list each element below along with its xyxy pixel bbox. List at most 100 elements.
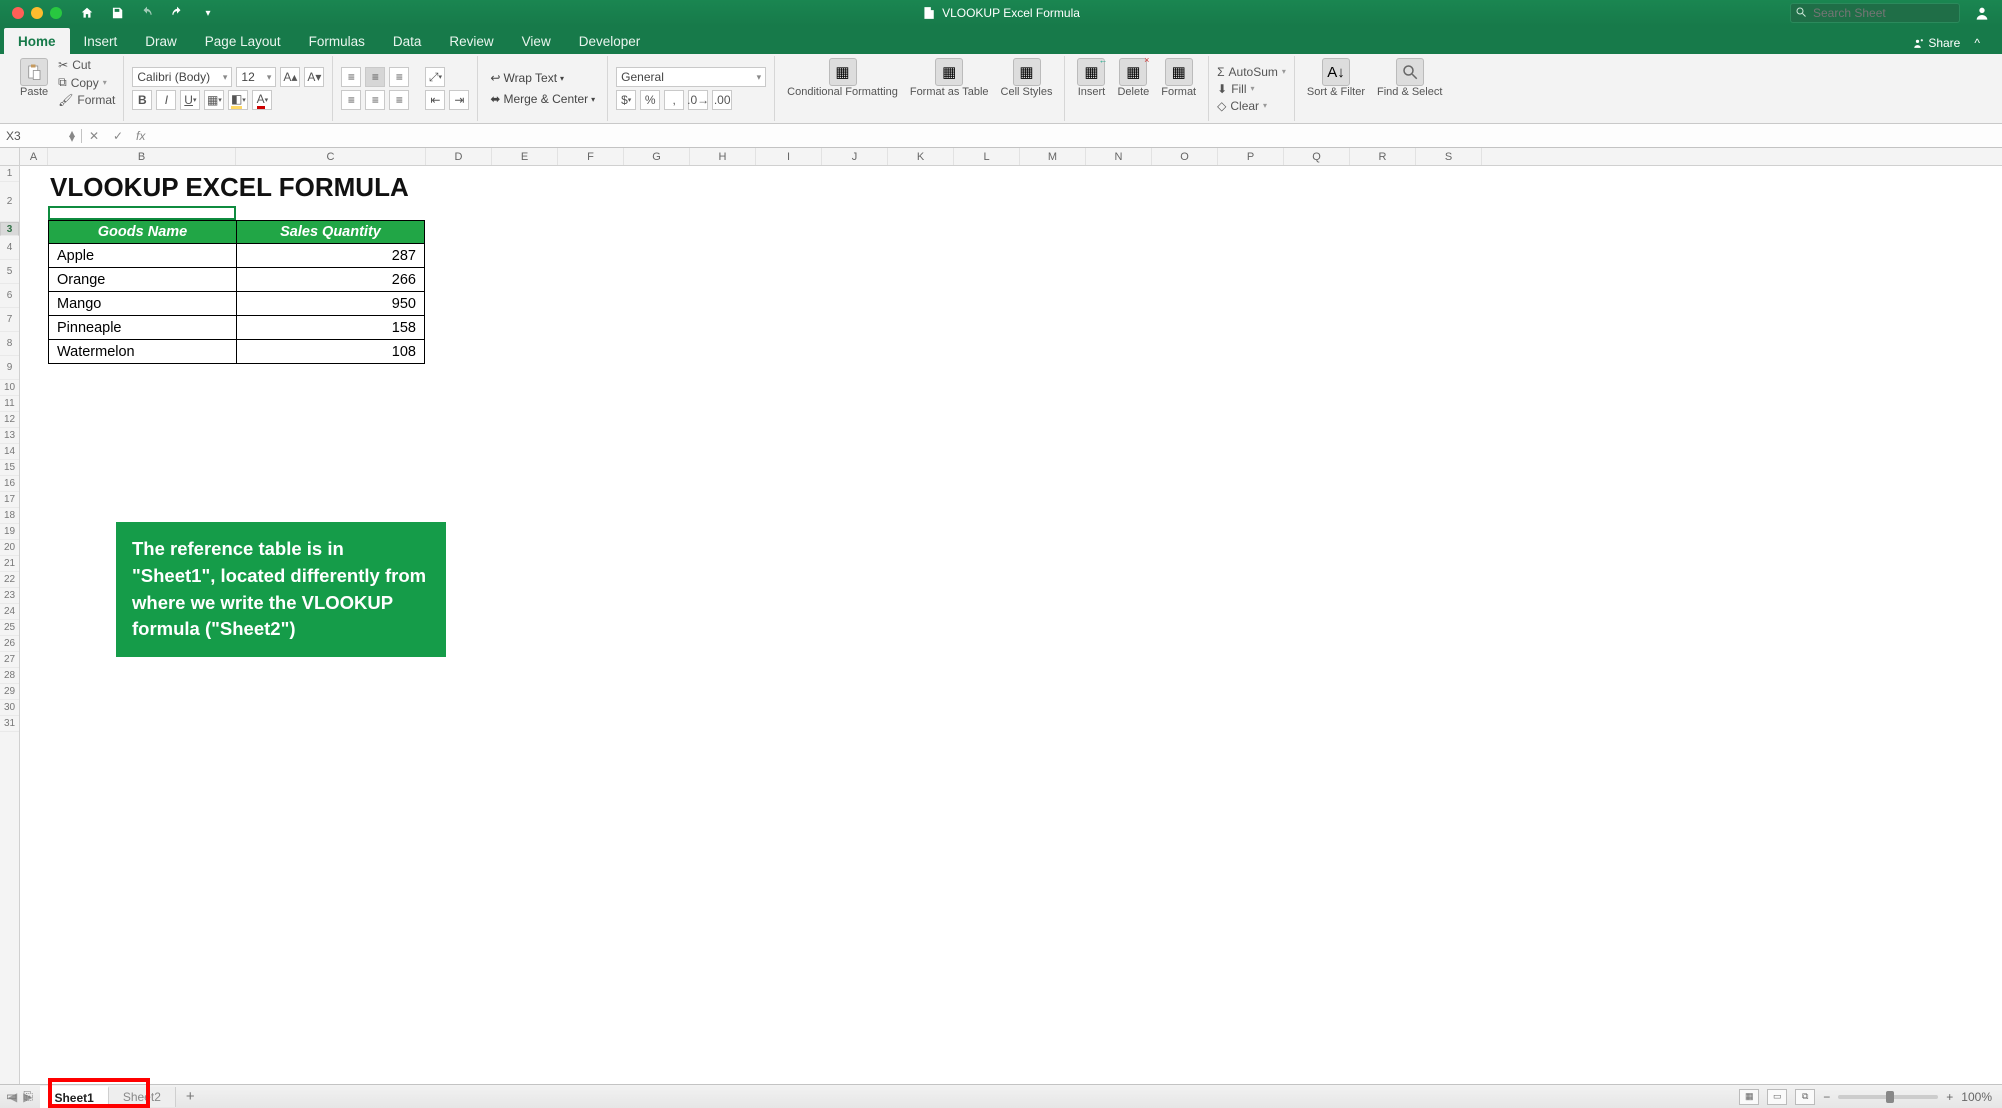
col-header[interactable]: M: [1020, 148, 1086, 165]
increase-indent-icon[interactable]: ⇥: [449, 90, 469, 110]
col-header[interactable]: R: [1350, 148, 1416, 165]
font-size-select[interactable]: 12▾: [236, 67, 276, 87]
row-header[interactable]: 5: [0, 260, 19, 284]
row-header[interactable]: 16: [0, 476, 19, 492]
italic-button[interactable]: I: [156, 90, 176, 110]
row-header[interactable]: 28: [0, 668, 19, 684]
comma-icon[interactable]: ,: [664, 90, 684, 110]
search-sheet[interactable]: [1790, 3, 1960, 23]
row-header[interactable]: 7: [0, 308, 19, 332]
row-header[interactable]: 1: [0, 166, 19, 182]
undo-icon[interactable]: [140, 6, 156, 20]
row-header[interactable]: 26: [0, 636, 19, 652]
font-color-button[interactable]: A▾: [252, 90, 272, 110]
row-header[interactable]: 10: [0, 380, 19, 396]
row-header[interactable]: 3: [0, 222, 19, 236]
zoom-out-icon[interactable]: −: [1823, 1090, 1830, 1104]
col-header[interactable]: L: [954, 148, 1020, 165]
align-center-icon[interactable]: ≡: [365, 90, 385, 110]
row-header[interactable]: 19: [0, 524, 19, 540]
fill-button[interactable]: ⬇Fill▾: [1217, 82, 1286, 96]
col-header[interactable]: O: [1152, 148, 1218, 165]
name-box[interactable]: X3 ▴▾: [0, 129, 82, 143]
col-header[interactable]: E: [492, 148, 558, 165]
maximize-window-icon[interactable]: [50, 7, 62, 19]
redo-icon[interactable]: [170, 6, 186, 20]
row-header[interactable]: 2: [0, 182, 19, 222]
format-cells-button[interactable]: ▦Format: [1157, 58, 1200, 119]
worksheet[interactable]: A B C D E F G H I J K L M N O P Q R S 1 …: [0, 148, 2002, 1084]
align-top-icon[interactable]: ≡: [341, 67, 361, 87]
row-header[interactable]: 25: [0, 620, 19, 636]
col-header[interactable]: I: [756, 148, 822, 165]
bold-button[interactable]: B: [132, 90, 152, 110]
sort-filter-button[interactable]: A↓Sort & Filter: [1303, 58, 1369, 119]
select-all-corner[interactable]: [0, 148, 20, 165]
decrease-indent-icon[interactable]: ⇤: [425, 90, 445, 110]
share-button[interactable]: Share ^: [1911, 36, 1998, 54]
row-header[interactable]: 18: [0, 508, 19, 524]
formula-input[interactable]: [151, 127, 2002, 145]
accessibility-icon[interactable]: ⎘: [23, 1089, 33, 1104]
sheet-tab-sheet1[interactable]: Sheet1: [40, 1086, 108, 1108]
fill-color-button[interactable]: ◧▾: [228, 90, 248, 110]
tab-view[interactable]: View: [508, 28, 565, 54]
cancel-formula-icon[interactable]: ✕: [82, 129, 106, 143]
confirm-formula-icon[interactable]: ✓: [106, 129, 130, 143]
row-header[interactable]: 12: [0, 412, 19, 428]
row-header[interactable]: 13: [0, 428, 19, 444]
row-header[interactable]: 8: [0, 332, 19, 356]
zoom-in-icon[interactable]: +: [1946, 1090, 1953, 1104]
col-header[interactable]: C: [236, 148, 426, 165]
record-macro-icon[interactable]: ▭: [6, 1089, 17, 1103]
column-headers[interactable]: A B C D E F G H I J K L M N O P Q R S: [0, 148, 2002, 166]
find-select-button[interactable]: Find & Select: [1373, 58, 1446, 119]
row-header[interactable]: 6: [0, 284, 19, 308]
col-header[interactable]: S: [1416, 148, 1482, 165]
page-layout-view-icon[interactable]: ▭: [1767, 1089, 1787, 1105]
save-icon[interactable]: [110, 6, 126, 20]
collapse-ribbon-icon[interactable]: ^: [1974, 36, 1980, 50]
row-header[interactable]: 9: [0, 356, 19, 380]
row-header[interactable]: 23: [0, 588, 19, 604]
close-window-icon[interactable]: [12, 7, 24, 19]
wrap-text-button[interactable]: ↩Wrap Text▾: [486, 69, 568, 87]
currency-icon[interactable]: $▾: [616, 90, 636, 110]
col-header[interactable]: F: [558, 148, 624, 165]
orientation-icon[interactable]: ⤢▾: [425, 67, 445, 87]
window-controls[interactable]: [0, 7, 74, 19]
zoom-level[interactable]: 100%: [1961, 1090, 1992, 1104]
increase-decimal-icon[interactable]: .0→: [688, 90, 708, 110]
format-as-table-button[interactable]: ▦Format as Table: [906, 58, 993, 119]
search-input[interactable]: [1790, 3, 1960, 23]
tab-data[interactable]: Data: [379, 28, 436, 54]
col-header[interactable]: G: [624, 148, 690, 165]
decrease-decimal-icon[interactable]: .00: [712, 90, 732, 110]
row-headers[interactable]: 1 2 3 4 5 6 7 8 9 10 11 12 13 14 15 16 1…: [0, 166, 20, 1084]
normal-view-icon[interactable]: ▦: [1739, 1089, 1759, 1105]
number-format-select[interactable]: General▾: [616, 67, 766, 87]
col-header[interactable]: K: [888, 148, 954, 165]
row-header[interactable]: 31: [0, 716, 19, 732]
tab-developer[interactable]: Developer: [565, 28, 655, 54]
decrease-font-icon[interactable]: A▾: [304, 67, 324, 87]
row-header[interactable]: 29: [0, 684, 19, 700]
col-header[interactable]: J: [822, 148, 888, 165]
row-header[interactable]: 22: [0, 572, 19, 588]
row-header[interactable]: 14: [0, 444, 19, 460]
percent-icon[interactable]: %: [640, 90, 660, 110]
row-header[interactable]: 11: [0, 396, 19, 412]
tab-formulas[interactable]: Formulas: [295, 28, 379, 54]
col-header[interactable]: N: [1086, 148, 1152, 165]
tab-draw[interactable]: Draw: [131, 28, 191, 54]
tab-insert[interactable]: Insert: [70, 28, 132, 54]
increase-font-icon[interactable]: A▴: [280, 67, 300, 87]
row-header[interactable]: 17: [0, 492, 19, 508]
paste-button[interactable]: Paste: [16, 58, 52, 119]
align-left-icon[interactable]: ≡: [341, 90, 361, 110]
border-button[interactable]: ▦▾: [204, 90, 224, 110]
cell-styles-button[interactable]: ▦Cell Styles: [997, 58, 1057, 119]
col-header[interactable]: H: [690, 148, 756, 165]
underline-button[interactable]: U▾: [180, 90, 200, 110]
tab-home[interactable]: Home: [4, 28, 70, 54]
